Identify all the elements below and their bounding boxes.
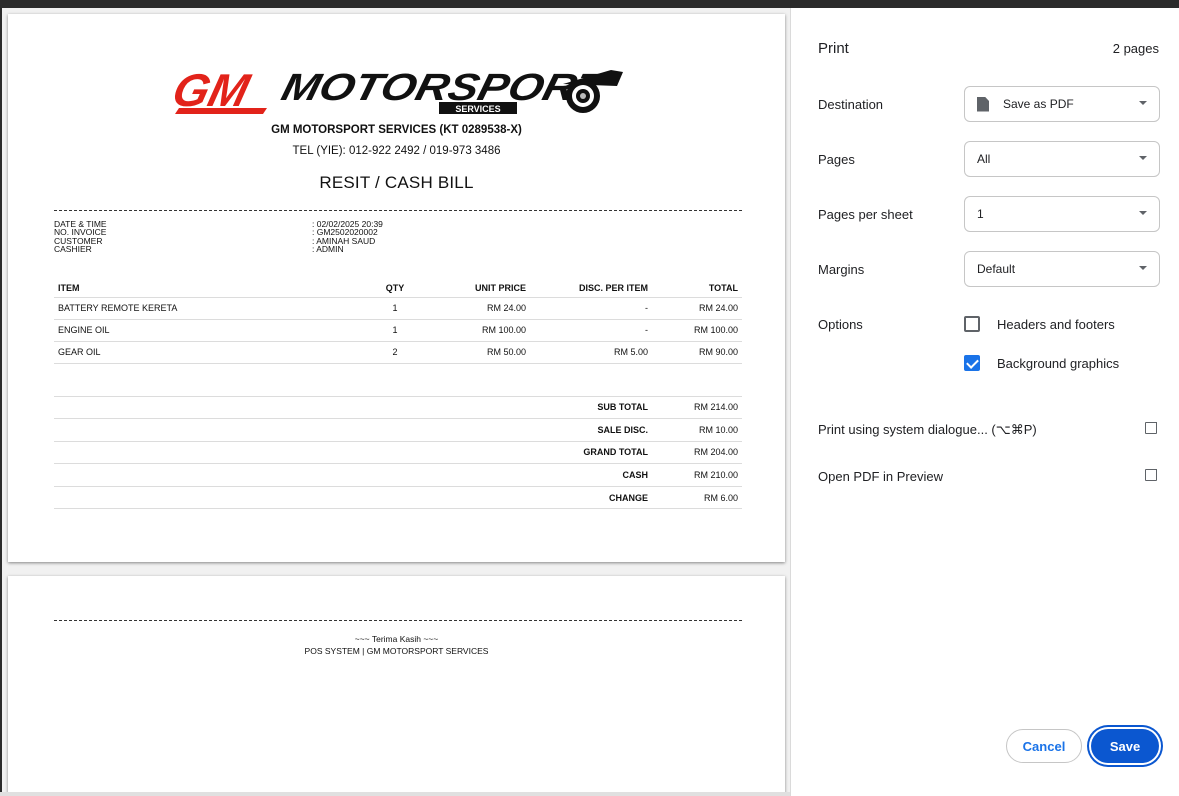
- cell-disc: -: [530, 297, 652, 320]
- cell-item: BATTERY REMOTE KERETA: [54, 297, 370, 320]
- totals-row: SALE DISC. RM 10.00: [54, 418, 742, 442]
- background-graphics-label[interactable]: Background graphics: [997, 356, 1119, 371]
- cell-price: RM 24.00: [420, 297, 530, 320]
- table-row: ENGINE OIL 1 RM 100.00 - RM 100.00: [54, 319, 742, 342]
- cell-qty: 1: [370, 319, 420, 342]
- preview-page-2: ~~~ Terima Kasih ~~~ POS SYSTEM | GM MOT…: [8, 576, 785, 796]
- totals-value: RM 6.00: [652, 486, 742, 510]
- open-pdf-preview-link[interactable]: Open PDF in Preview: [818, 469, 943, 484]
- totals-value: RM 214.00: [652, 396, 742, 420]
- open-external-icon[interactable]: [1145, 421, 1158, 434]
- totals-value: RM 210.00: [652, 463, 742, 487]
- cell-item: GEAR OIL: [54, 341, 370, 364]
- col-item: ITEM: [54, 279, 370, 298]
- preview-page-1: GM MOTORSPORT SERVICES GM MOTORSPORT SER…: [8, 14, 785, 562]
- totals-row: SUB TOTAL RM 214.00: [54, 396, 742, 420]
- dashed-divider: [54, 210, 742, 211]
- chevron-down-icon: [1139, 156, 1147, 160]
- open-external-icon[interactable]: [1145, 468, 1158, 481]
- destination-label: Destination: [818, 97, 884, 112]
- info-value: : ADMIN: [312, 244, 344, 255]
- col-disc: DISC. PER ITEM: [530, 279, 652, 298]
- items-header-row: ITEM QTY UNIT PRICE DISC. PER ITEM TOTAL: [54, 279, 742, 298]
- pages-per-sheet-label: Pages per sheet: [818, 207, 913, 222]
- gm-motorsport-logo: GM MOTORSPORT SERVICES: [171, 65, 623, 116]
- cancel-button[interactable]: Cancel: [1006, 729, 1082, 763]
- info-row: CUSTOMER : AMINAH SAUD: [54, 235, 754, 246]
- info-row: DATE & TIME : 02/02/2025 20:39: [54, 220, 754, 229]
- background-graphics-checkbox[interactable]: [964, 355, 980, 371]
- totals-label: CHANGE: [54, 486, 652, 510]
- totals-spacer-row: [54, 366, 742, 397]
- cell-total: RM 100.00: [652, 319, 742, 342]
- print-settings-panel: Print 2 pages Destination Save as PDF Pa…: [790, 8, 1179, 796]
- pages-select[interactable]: All: [964, 141, 1160, 177]
- company-name: GM MOTORSPORT SERVICES (KT 0289538-X): [271, 124, 522, 136]
- document-icon: [977, 96, 989, 112]
- cell-price: RM 50.00: [420, 341, 530, 364]
- pages-per-sheet-value: 1: [977, 207, 984, 221]
- destination-select[interactable]: Save as PDF: [964, 86, 1160, 122]
- totals-row: CHANGE RM 6.00: [54, 486, 742, 510]
- cell-item: ENGINE OIL: [54, 319, 370, 342]
- pages-per-sheet-select[interactable]: 1: [964, 196, 1160, 232]
- chevron-down-icon: [1139, 211, 1147, 215]
- totals-label: SUB TOTAL: [54, 396, 652, 420]
- totals-row: CASH RM 210.00: [54, 463, 742, 487]
- totals-value: RM 10.00: [652, 418, 742, 442]
- totals-value: RM 204.00: [652, 441, 742, 465]
- col-unit-price: UNIT PRICE: [420, 279, 530, 298]
- info-label: CASHIER: [54, 244, 92, 255]
- save-button[interactable]: Save: [1091, 729, 1159, 763]
- totals-row: GRAND TOTAL RM 204.00: [54, 441, 742, 465]
- margins-value: Default: [977, 262, 1016, 276]
- system-dialog-link[interactable]: Print using system dialogue... (⌥⌘P): [818, 422, 1037, 438]
- window-top-strip: [0, 0, 1179, 8]
- panel-title: Print: [818, 40, 849, 57]
- cell-disc: RM 5.00: [530, 341, 652, 364]
- cell-total: RM 90.00: [652, 341, 742, 364]
- pages-value: All: [977, 152, 991, 166]
- headers-footers-checkbox[interactable]: [964, 316, 980, 332]
- receipt-info: DATE & TIME : 02/02/2025 20:39 NO. INVOI…: [54, 220, 754, 254]
- chevron-down-icon: [1139, 266, 1147, 270]
- info-row: CASHIER : ADMIN: [54, 244, 754, 255]
- headers-footers-label[interactable]: Headers and footers: [997, 317, 1115, 332]
- totals-table: SUB TOTAL RM 214.00 SALE DISC. RM 10.00 …: [54, 366, 742, 510]
- margins-select[interactable]: Default: [964, 251, 1160, 287]
- cell-disc: -: [530, 319, 652, 342]
- col-qty: QTY: [370, 279, 420, 298]
- table-row: GEAR OIL 2 RM 50.00 RM 5.00 RM 90.00: [54, 341, 742, 364]
- pages-label: Pages: [818, 152, 855, 167]
- preview-bottom-edge: [0, 792, 790, 796]
- cell-total: RM 24.00: [652, 297, 742, 320]
- bill-title: RESIT / CASH BILL: [319, 173, 474, 192]
- logo-gm-text: GM: [171, 65, 255, 116]
- destination-value: Save as PDF: [1003, 97, 1074, 111]
- cell-qty: 1: [370, 297, 420, 320]
- thanks-text: ~~~ Terima Kasih ~~~: [354, 634, 439, 644]
- print-preview-area[interactable]: GM MOTORSPORT SERVICES GM MOTORSPORT SER…: [0, 8, 790, 796]
- margins-label: Margins: [818, 262, 865, 277]
- table-row: BATTERY REMOTE KERETA 1 RM 24.00 - RM 24…: [54, 297, 742, 320]
- col-total: TOTAL: [652, 279, 742, 298]
- totals-label: GRAND TOTAL: [54, 441, 652, 465]
- info-label: CUSTOMER: [54, 235, 103, 246]
- options-label: Options: [818, 317, 863, 332]
- totals-label: CASH: [54, 463, 652, 487]
- cell-qty: 2: [370, 341, 420, 364]
- logo-services-text: SERVICES: [455, 104, 500, 114]
- cell-price: RM 100.00: [420, 319, 530, 342]
- items-table: ITEM QTY UNIT PRICE DISC. PER ITEM TOTAL…: [54, 279, 742, 364]
- footer-text: POS SYSTEM | GM MOTORSPORT SERVICES: [304, 646, 489, 656]
- dashed-divider: [54, 620, 742, 621]
- company-tel: TEL (YIE): 012-922 2492 / 019-973 3486: [292, 145, 501, 157]
- chevron-down-icon: [1139, 101, 1147, 105]
- totals-label: SALE DISC.: [54, 418, 652, 442]
- window-left-edge: [0, 8, 2, 796]
- page-count: 2 pages: [1112, 41, 1159, 56]
- info-row: NO. INVOICE : GM2502020002: [54, 228, 754, 237]
- print-dialog: GM MOTORSPORT SERVICES GM MOTORSPORT SER…: [0, 0, 1179, 796]
